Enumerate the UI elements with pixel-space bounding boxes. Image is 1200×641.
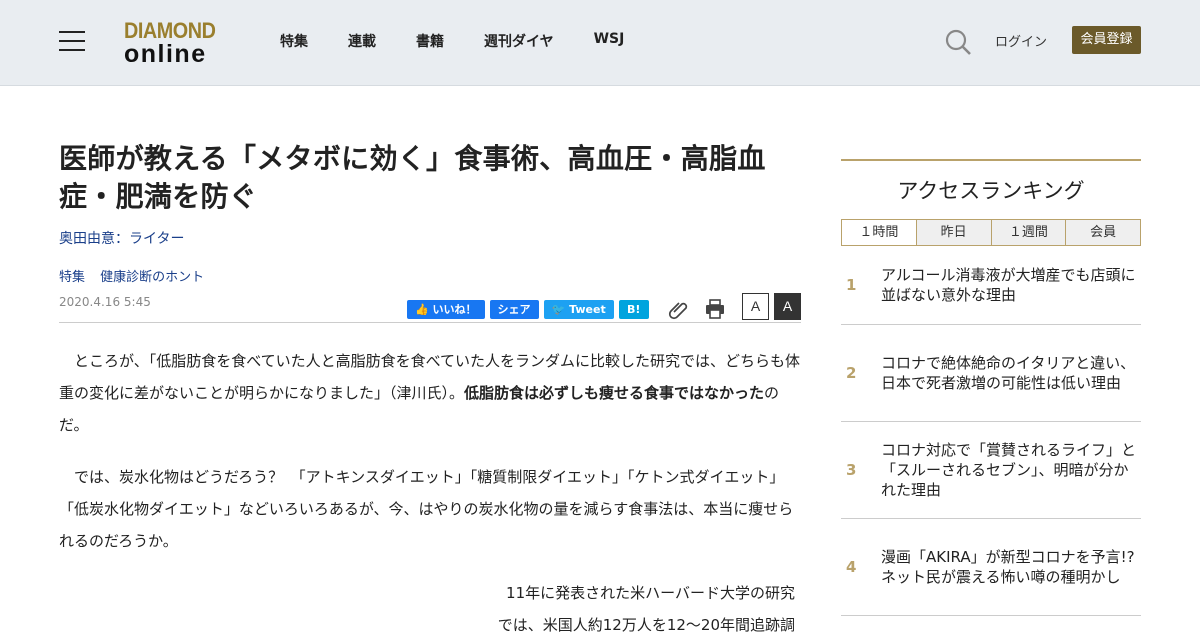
main-nav: 特集 連載 書籍 週刊ダイヤ WSJ xyxy=(280,31,664,51)
ranking-heading: アクセスランキング xyxy=(841,159,1141,219)
paragraph-2: では、炭水化物はどうだろう？ 「アトキンスダイエット」「糖質制限ダイエット」「ケ… xyxy=(59,468,794,550)
tweet-button[interactable]: 🐦 Tweet xyxy=(543,299,614,319)
ranking-tabs: １時間 昨日 １週間 会員 xyxy=(841,219,1141,246)
article-title: 医師が教える「メタボに効く」食事術、高血圧・高脂血症・肥満を防ぐ xyxy=(59,142,766,213)
list-item[interactable]: 2 コロナで絶体絶命のイタリアと違い、日本で死者激増の可能性は低い理由 xyxy=(841,325,1141,422)
article-body: ところが、「低脂肪食を食べていた人と高脂肪食を食べていた人をランダムに比較した研… xyxy=(59,345,801,641)
article-tags: 特集 健康診断のホント xyxy=(59,266,801,285)
nav-item-shoseki[interactable]: 書籍 xyxy=(416,31,444,51)
access-ranking: アクセスランキング １時間 昨日 １週間 会員 1 アルコール消毒液が大増産でも… xyxy=(841,159,1141,616)
tab-1-hour[interactable]: １時間 xyxy=(841,219,917,246)
article-author[interactable]: 奥田由意：ライター xyxy=(59,228,801,248)
rank-number: 1 xyxy=(846,276,857,294)
logo-bottom-text: online xyxy=(124,40,207,68)
rank-title: アルコール消毒液が大増産でも店頭に並ばない意外な理由 xyxy=(881,266,1136,304)
search-icon[interactable] xyxy=(944,28,972,56)
nav-item-shukan-diamond[interactable]: 週刊ダイヤ xyxy=(484,31,554,51)
register-button[interactable]: 会員登録 xyxy=(1072,26,1141,54)
tab-members[interactable]: 会員 xyxy=(1066,219,1141,246)
paragraph-3: 11年に発表された米ハーバード大学の研究では、米国人約12万人を12〜20年間追… xyxy=(59,577,801,641)
logo-top-text: DIAMOND xyxy=(124,18,216,43)
login-link[interactable]: ログイン xyxy=(995,31,1047,50)
font-size-small-button[interactable]: A xyxy=(742,293,769,320)
hatena-bookmark-button[interactable]: B! xyxy=(618,299,649,319)
rank-title: コロナ対応で「賞賛されるライフ」と「スルーされるセブン」、明暗が分かれた理由 xyxy=(881,441,1137,499)
list-item[interactable]: 3 コロナ対応で「賞賛されるライフ」と「スルーされるセブン」、明暗が分かれた理由 xyxy=(841,422,1141,519)
nav-item-wsj[interactable]: WSJ xyxy=(594,31,625,51)
tag-tokushu[interactable]: 特集 xyxy=(59,270,85,285)
article-meta: 2020.4.16 5:45 👍 いいね！ シェア 🐦 Tweet B! A A xyxy=(59,293,801,323)
rank-title: コロナで絶体絶命のイタリアと違い、日本で死者激増の可能性は低い理由 xyxy=(881,354,1136,392)
link-copy-icon[interactable] xyxy=(668,298,690,320)
rank-number: 2 xyxy=(846,364,857,382)
hamburger-menu-icon[interactable] xyxy=(59,31,85,53)
nav-item-tokushu[interactable]: 特集 xyxy=(280,31,308,51)
site-logo[interactable]: DIAMOND online xyxy=(124,18,228,68)
rank-number: 4 xyxy=(846,558,857,576)
share-bar: 👍 いいね！ シェア 🐦 Tweet B! xyxy=(407,298,726,320)
like-label: いいね！ xyxy=(432,302,477,316)
paragraph-3-line-1: 11年に発表された米ハーバード大学の研究 xyxy=(506,584,795,602)
tab-yesterday[interactable]: 昨日 xyxy=(916,219,992,246)
rank-title: 漫画「AKIRA」が新型コロナを予言!?ネット民が震える怖い噂の種明かし xyxy=(881,548,1135,586)
paragraph-3-line-2: では、米国人約12万人を12〜20年間追跡調 xyxy=(497,616,795,634)
site-header: DIAMOND online 特集 連載 書籍 週刊ダイヤ WSJ ログイン 会… xyxy=(0,0,1200,86)
print-icon[interactable] xyxy=(704,298,726,320)
paragraph-1-bold: 低脂肪食は必ずしも痩せる食事ではなかった xyxy=(464,384,765,402)
rank-number: 3 xyxy=(846,461,857,479)
tag-health-checkup[interactable]: 健康診断のホント xyxy=(100,270,204,285)
tab-1-week[interactable]: １週間 xyxy=(991,219,1067,246)
article: 医師が教える「メタボに効く」食事術、高血圧・高脂血症・肥満を防ぐ 奥田由意：ライ… xyxy=(59,140,801,641)
ranking-list: 1 アルコール消毒液が大増産でも店頭に並ばない意外な理由 2 コロナで絶体絶命の… xyxy=(841,246,1141,616)
tweet-label: Tweet xyxy=(569,302,606,316)
publish-date: 2020.4.16 5:45 xyxy=(59,295,151,309)
paragraph-1: ところが、「低脂肪食を食べていた人と高脂肪食を食べていた人をランダムに比較した研… xyxy=(59,345,801,441)
list-item[interactable]: 4 漫画「AKIRA」が新型コロナを予言!?ネット民が震える怖い噂の種明かし xyxy=(841,519,1141,616)
list-item[interactable]: 1 アルコール消毒液が大増産でも店頭に並ばない意外な理由 xyxy=(841,246,1141,325)
nav-item-rensai[interactable]: 連載 xyxy=(348,31,376,51)
facebook-share-button[interactable]: シェア xyxy=(489,299,539,319)
facebook-like-button[interactable]: 👍 いいね！ xyxy=(407,299,485,319)
font-size-large-button[interactable]: A xyxy=(774,293,801,320)
